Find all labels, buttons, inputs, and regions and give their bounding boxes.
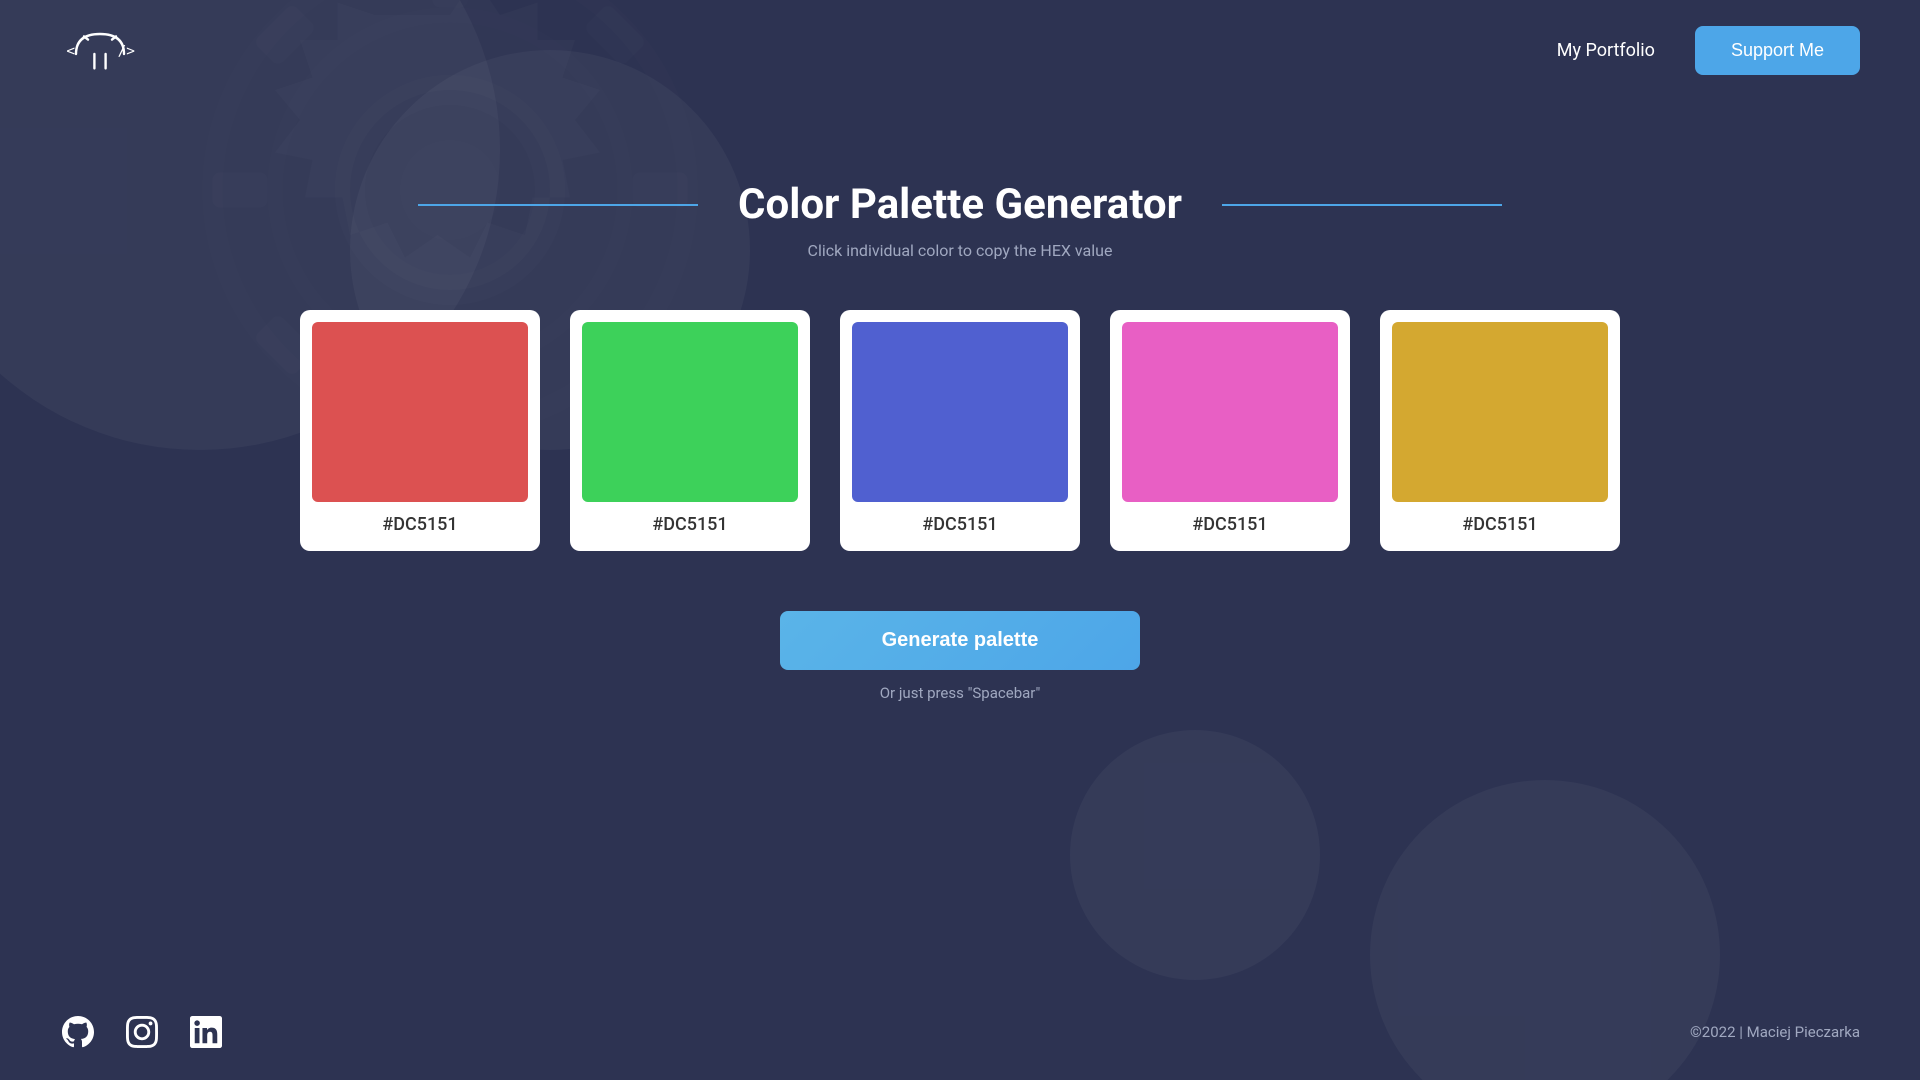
color-swatch-0: [312, 322, 528, 502]
linkedin-icon[interactable]: [188, 1014, 224, 1050]
page-subtitle: Click individual color to copy the HEX v…: [808, 241, 1113, 260]
svg-text:/>: />: [118, 44, 136, 60]
footer: ©2022 | Maciej Pieczarka: [0, 1014, 1920, 1050]
color-hex-4: #DC5151: [1462, 514, 1537, 535]
logo[interactable]: < />: [60, 20, 140, 80]
copyright-text: ©2022 | Maciej Pieczarka: [1690, 1023, 1860, 1041]
spacebar-hint: Or just press "Spacebar": [880, 684, 1041, 702]
color-swatch-4: [1392, 322, 1608, 502]
title-row: Color Palette Generator: [418, 180, 1502, 229]
social-icons: [60, 1014, 224, 1050]
page-title: Color Palette Generator: [738, 180, 1182, 229]
color-swatch-2: [852, 322, 1068, 502]
color-card-1[interactable]: #DC5151: [570, 310, 810, 551]
nav: My Portfolio Support Me: [1557, 26, 1860, 75]
color-card-4[interactable]: #DC5151: [1380, 310, 1620, 551]
title-line-left: [418, 204, 698, 206]
color-hex-3: #DC5151: [1192, 514, 1267, 535]
color-swatch-3: [1122, 322, 1338, 502]
portfolio-link[interactable]: My Portfolio: [1557, 40, 1655, 61]
color-hex-0: #DC5151: [382, 514, 457, 535]
header: < /> My Portfolio Support Me: [0, 0, 1920, 100]
color-card-0[interactable]: #DC5151: [300, 310, 540, 551]
github-icon[interactable]: [60, 1014, 96, 1050]
palette-container: #DC5151 #DC5151 #DC5151 #DC5151 #DC5151: [300, 310, 1620, 551]
generate-button[interactable]: Generate palette: [780, 611, 1140, 670]
svg-text:<: <: [66, 44, 75, 60]
title-line-right: [1222, 204, 1502, 206]
color-hex-1: #DC5151: [652, 514, 727, 535]
instagram-icon[interactable]: [124, 1014, 160, 1050]
color-card-2[interactable]: #DC5151: [840, 310, 1080, 551]
main-content: Color Palette Generator Click individual…: [0, 100, 1920, 702]
color-card-3[interactable]: #DC5151: [1110, 310, 1350, 551]
support-button[interactable]: Support Me: [1695, 26, 1860, 75]
color-hex-2: #DC5151: [922, 514, 997, 535]
color-swatch-1: [582, 322, 798, 502]
